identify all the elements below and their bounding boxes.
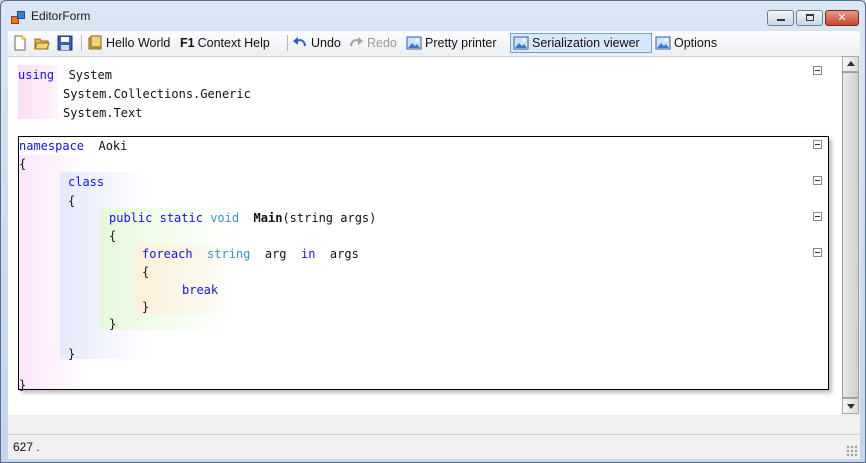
redo-label: Redo xyxy=(367,36,397,50)
code-line: } xyxy=(19,378,26,392)
code-line: namespace Aoki xyxy=(19,139,127,153)
open-folder-icon xyxy=(34,38,50,50)
close-brace: } xyxy=(109,317,117,331)
break-keyword: break xyxy=(182,283,219,297)
undo-label: Undo xyxy=(311,36,341,50)
arrow-down-icon xyxy=(847,404,855,409)
collapse-class-toggle[interactable] xyxy=(813,176,822,185)
open-brace: { xyxy=(68,194,76,208)
using-collections-generic: System.Collections.Generic xyxy=(63,87,251,101)
close-brace: } xyxy=(68,347,76,361)
code-line: using System xyxy=(18,68,112,82)
f1-key-label: F1 xyxy=(180,36,195,50)
code-line: { xyxy=(142,265,149,279)
namespace-keyword: namespace xyxy=(19,139,85,153)
code-editor[interactable]: using System System.Collections.Generic … xyxy=(8,56,842,415)
code-line: { xyxy=(109,229,116,243)
open-brace: { xyxy=(109,229,117,243)
maximize-icon xyxy=(806,14,814,21)
redo-button[interactable]: Redo xyxy=(348,33,397,53)
using-keyword: using xyxy=(18,68,55,82)
options-button[interactable]: Options xyxy=(655,33,717,53)
using-system-text: System.Text xyxy=(63,106,143,120)
serialization-viewer-button[interactable]: Serialization viewer xyxy=(510,33,652,53)
open-brace: { xyxy=(142,265,150,279)
minimize-button[interactable] xyxy=(767,10,794,26)
maximize-button[interactable] xyxy=(796,10,823,26)
method-params: (string args) xyxy=(282,211,377,225)
close-icon: ✕ xyxy=(837,11,847,24)
void-keyword: void xyxy=(210,211,240,225)
code-line: } xyxy=(68,347,75,361)
toolbar-separator xyxy=(287,35,288,51)
save-button[interactable] xyxy=(57,33,76,53)
editor-form-window: EditorForm ✕ Hello World F1 Context Help… xyxy=(0,0,866,463)
args-variable: args xyxy=(329,247,359,261)
undo-button[interactable]: Undo xyxy=(292,33,341,53)
collapse-foreach-toggle[interactable] xyxy=(813,248,822,257)
book-icon xyxy=(88,35,102,50)
save-icon xyxy=(57,35,73,51)
app-icon xyxy=(11,11,25,24)
namespace-name: Aoki xyxy=(98,139,128,153)
code-line: } xyxy=(109,317,116,331)
arg-variable: arg xyxy=(264,247,287,261)
pretty-printer-label: Pretty printer xyxy=(425,36,497,50)
collapse-namespace-toggle[interactable] xyxy=(813,140,822,149)
code-line: { xyxy=(68,194,75,208)
options-label: Options xyxy=(674,36,718,50)
new-file-icon xyxy=(14,35,26,51)
code-line: { xyxy=(19,157,26,171)
scrollbar-thumb[interactable] xyxy=(842,72,859,398)
vertical-scrollbar[interactable] xyxy=(842,56,859,414)
minimize-icon xyxy=(777,19,785,21)
resize-grip-icon[interactable] xyxy=(846,445,858,457)
undo-icon xyxy=(293,36,306,46)
open-brace: { xyxy=(19,157,27,171)
redo-icon xyxy=(350,36,363,46)
status-text: 627 . xyxy=(13,440,40,454)
code-line: System.Text xyxy=(63,106,142,120)
using-system: System xyxy=(68,68,112,82)
open-file-button[interactable] xyxy=(34,33,53,53)
status-bar: 627 . xyxy=(8,434,860,459)
hello-world-label: Hello World xyxy=(106,36,171,50)
close-brace: } xyxy=(142,300,150,314)
toolbar: Hello World F1 Context Help Undo Redo Pre… xyxy=(8,31,860,55)
context-help-button[interactable]: F1 Context Help xyxy=(180,33,270,53)
code-line: break xyxy=(182,283,218,297)
scroll-down-button[interactable] xyxy=(842,398,859,414)
collapse-method-toggle[interactable] xyxy=(813,212,822,221)
collapse-using-toggle[interactable] xyxy=(813,66,822,75)
code-line: } xyxy=(142,300,149,314)
window-title: EditorForm xyxy=(31,9,91,23)
foreach-keyword: foreach xyxy=(142,247,193,261)
in-keyword: in xyxy=(300,247,316,261)
client-area: Hello World F1 Context Help Undo Redo Pre… xyxy=(8,31,860,459)
hello-world-button[interactable]: Hello World xyxy=(87,33,170,53)
serialization-viewer-label: Serialization viewer xyxy=(532,36,640,50)
context-help-label: Context Help xyxy=(197,36,270,50)
new-file-button[interactable] xyxy=(12,33,31,53)
public-keyword: public xyxy=(109,211,153,225)
arrow-up-icon xyxy=(847,61,855,66)
close-button[interactable]: ✕ xyxy=(825,10,859,26)
static-keyword: static xyxy=(159,211,203,225)
close-brace: } xyxy=(19,378,27,392)
picture-icon xyxy=(655,36,671,50)
picture-icon xyxy=(513,36,529,50)
code-line: foreach string arg in args xyxy=(142,247,359,261)
string-keyword: string xyxy=(207,247,251,261)
class-keyword: class xyxy=(68,175,105,189)
picture-icon xyxy=(406,36,422,50)
toolbar-separator xyxy=(81,35,82,51)
code-line: public static void Main(string args) xyxy=(109,211,376,225)
scroll-up-button[interactable] xyxy=(842,56,859,72)
code-line: System.Collections.Generic xyxy=(63,87,251,101)
pretty-printer-button[interactable]: Pretty printer xyxy=(406,33,497,53)
code-line: class xyxy=(68,175,104,189)
title-bar[interactable]: EditorForm ✕ xyxy=(1,1,865,31)
method-name: Main xyxy=(253,211,283,225)
